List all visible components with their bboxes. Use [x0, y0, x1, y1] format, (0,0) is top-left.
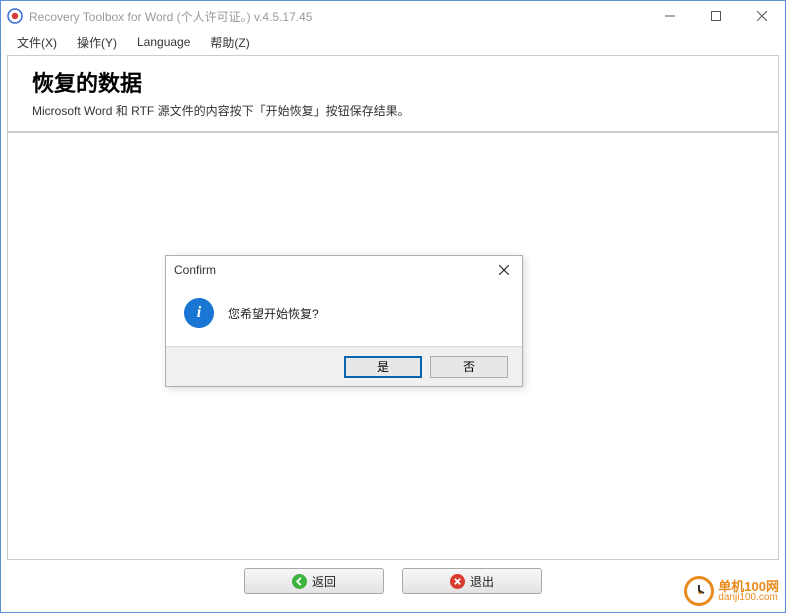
dialog-body: i 您希望开始恢复?	[166, 284, 522, 346]
menu-language[interactable]: Language	[127, 33, 200, 51]
menu-bar: 文件(X) 操作(Y) Language 帮助(Z)	[1, 31, 785, 53]
dialog-button-row: 是 否	[166, 346, 522, 386]
back-button-label: 返回	[312, 573, 336, 590]
back-arrow-icon	[292, 574, 307, 589]
info-icon: i	[184, 298, 214, 328]
back-button[interactable]: 返回	[244, 568, 384, 594]
page-header: 恢复的数据 Microsoft Word 和 RTF 源文件的内容按下「开始恢复…	[7, 55, 779, 132]
maximize-button[interactable]	[693, 1, 739, 31]
page-title: 恢复的数据	[32, 66, 762, 98]
dialog-titlebar: Confirm	[166, 256, 522, 284]
menu-action[interactable]: 操作(Y)	[67, 32, 127, 53]
exit-button-label: 退出	[470, 573, 494, 590]
window-controls	[647, 1, 785, 31]
menu-help[interactable]: 帮助(Z)	[200, 32, 259, 53]
app-icon	[7, 8, 23, 24]
exit-button[interactable]: 退出	[402, 568, 542, 594]
minimize-button[interactable]	[647, 1, 693, 31]
dialog-message: 您希望开始恢复?	[228, 305, 319, 322]
window-title: Recovery Toolbox for Word (个人许可证。) v.4.5…	[29, 8, 647, 25]
close-button[interactable]	[739, 1, 785, 31]
content-panel: Confirm i 您希望开始恢复? 是 否	[7, 132, 779, 560]
menu-file[interactable]: 文件(X)	[7, 32, 67, 53]
page-subtitle: Microsoft Word 和 RTF 源文件的内容按下「开始恢复」按钮保存结…	[32, 102, 762, 119]
confirm-dialog: Confirm i 您希望开始恢复? 是 否	[165, 255, 523, 387]
exit-x-icon	[450, 574, 465, 589]
dialog-yes-button[interactable]: 是	[344, 356, 422, 378]
bottom-toolbar: 返回 退出	[7, 564, 779, 598]
dialog-title: Confirm	[174, 263, 494, 277]
dialog-close-button[interactable]	[494, 263, 514, 278]
window-titlebar: Recovery Toolbox for Word (个人许可证。) v.4.5…	[1, 1, 785, 31]
dialog-no-button[interactable]: 否	[430, 356, 508, 378]
